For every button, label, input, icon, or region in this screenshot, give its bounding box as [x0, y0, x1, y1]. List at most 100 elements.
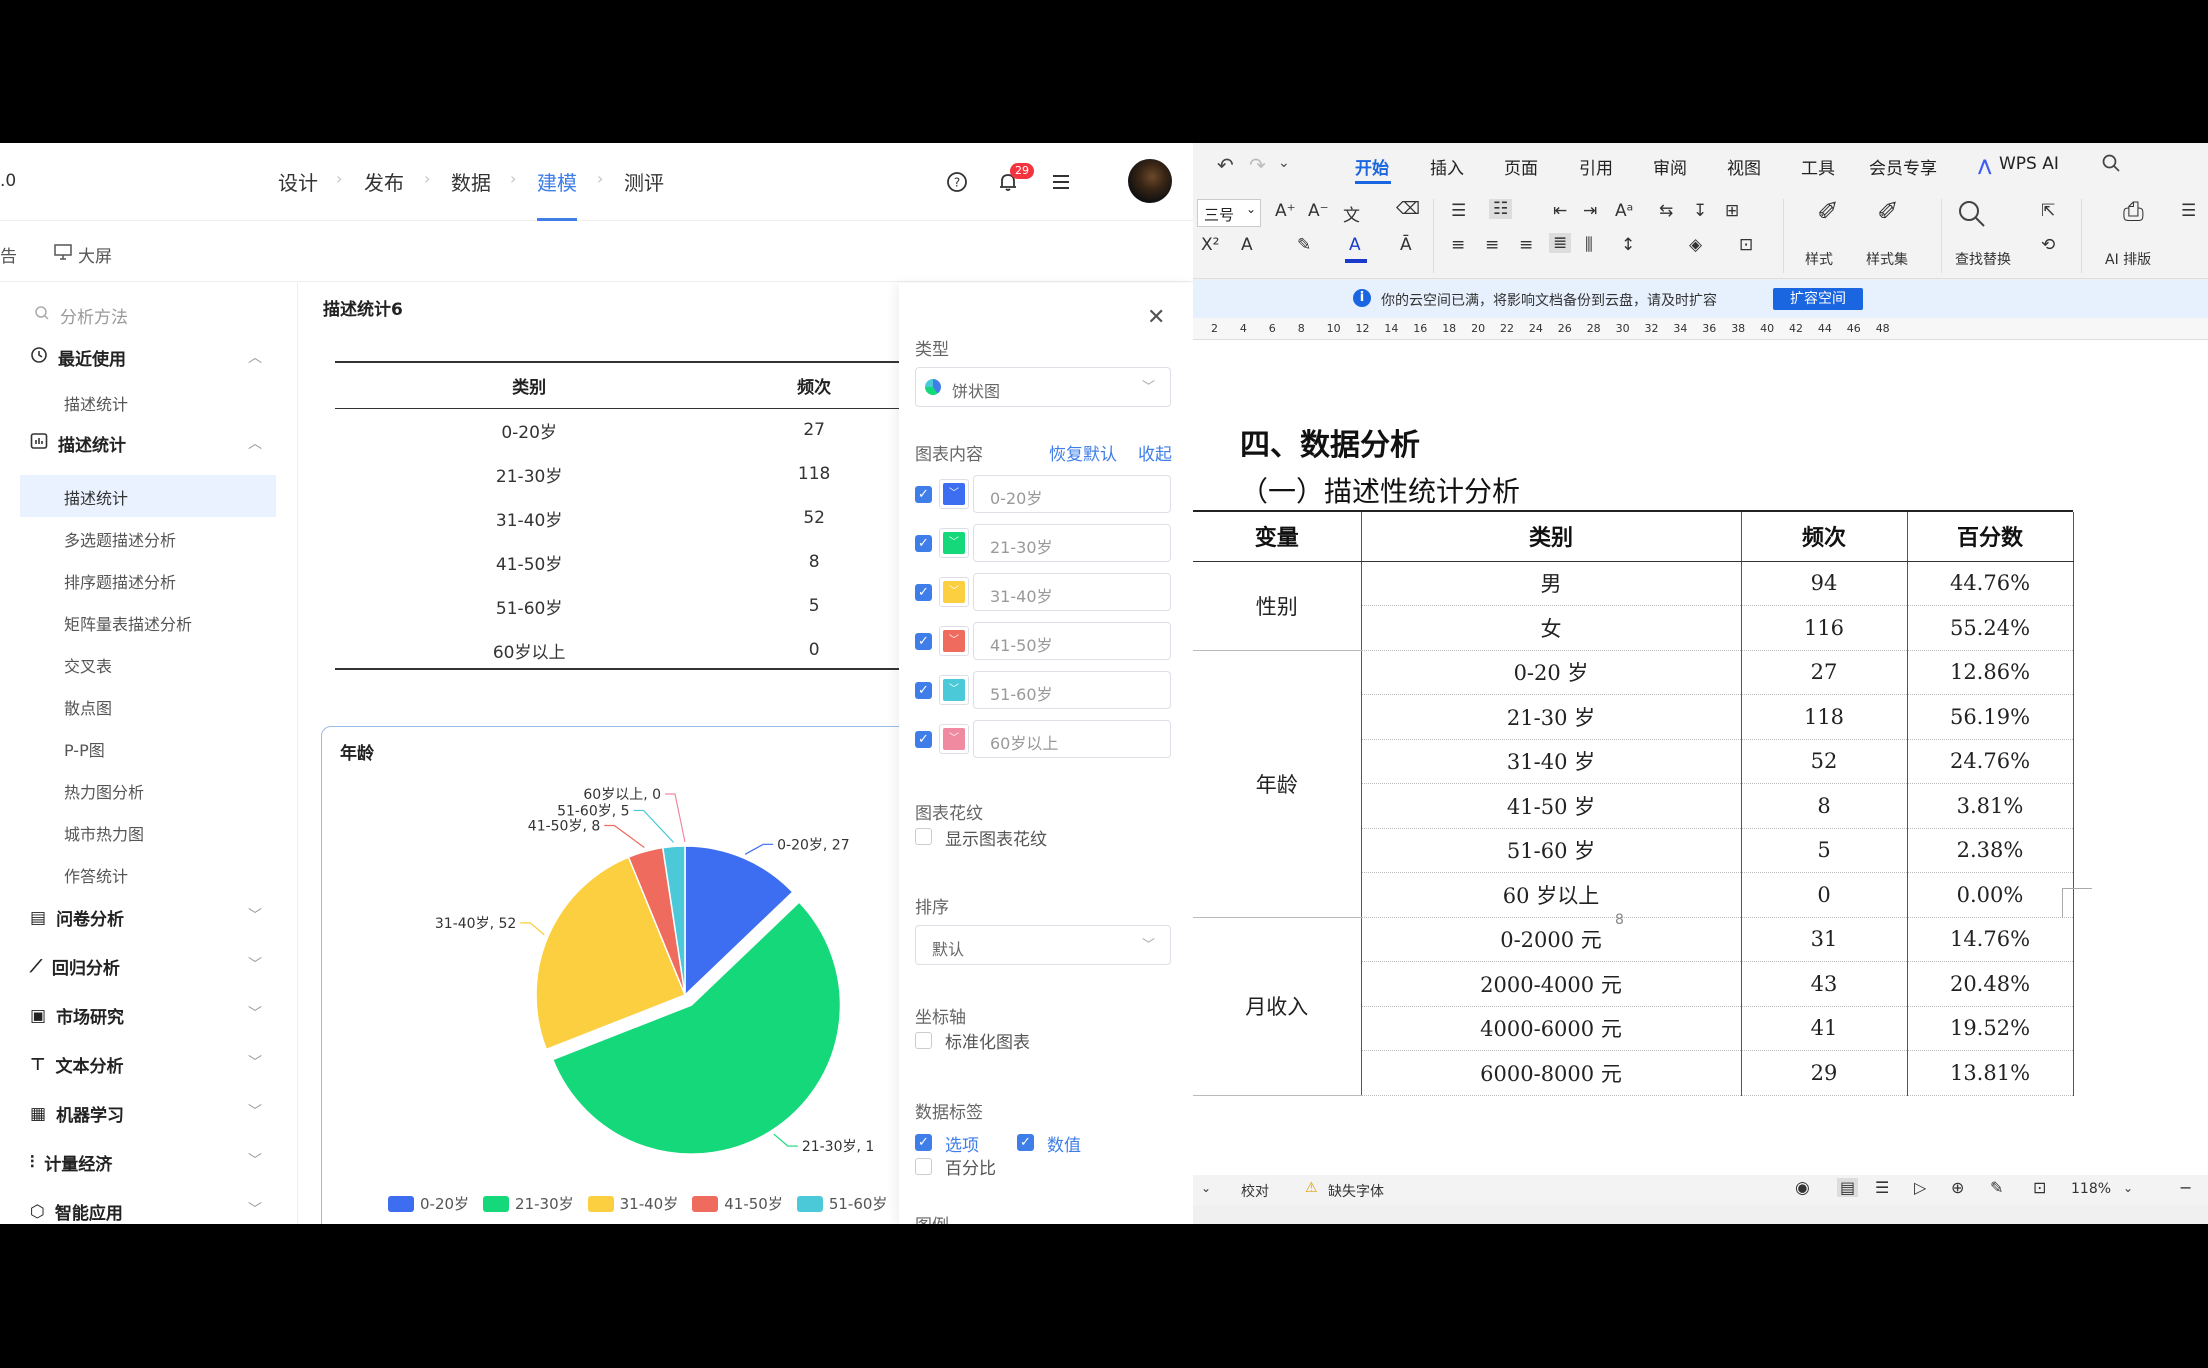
chevron-down-icon[interactable]: ﹀: [248, 1101, 262, 1121]
tab-member[interactable]: 会员专享: [1869, 154, 1937, 179]
series-name-input[interactable]: 60岁以上: [973, 720, 1171, 758]
font-size-select[interactable]: 三号 ⌄: [1197, 199, 1261, 227]
styleset-icon[interactable]: ✐: [1877, 197, 1899, 227]
chevron-up-icon[interactable]: ︿: [248, 347, 262, 367]
find-replace-label[interactable]: 查找替换: [1955, 249, 2011, 269]
sidebar-group-desc[interactable]: 描述统计: [30, 431, 126, 456]
legend-item[interactable]: 31-40岁: [587, 1193, 678, 1214]
tab-tools[interactable]: 工具: [1801, 154, 1835, 179]
series-checkbox[interactable]: ✓: [915, 731, 932, 748]
tab-view[interactable]: 视图: [1727, 154, 1761, 179]
char-case-icon[interactable]: Aᵃ: [1615, 201, 1633, 221]
show-marks-icon[interactable]: ⊞: [1725, 201, 1739, 221]
chevron-down-icon[interactable]: ﹀: [248, 1199, 262, 1219]
sidebar-item-recent-desc[interactable]: 描述统计: [64, 391, 128, 415]
ai-layout-icon[interactable]: ⎙: [2123, 197, 2144, 228]
phonetic-icon[interactable]: 文: [1343, 201, 1360, 226]
chevron-down-icon[interactable]: ﹀: [248, 954, 262, 974]
axis-checkbox[interactable]: [915, 1032, 932, 1049]
page-view-icon[interactable]: ▤: [1837, 1178, 1859, 1197]
option-checkbox[interactable]: ✓: [915, 1134, 932, 1151]
char-shading-icon[interactable]: Ā: [1400, 235, 1412, 255]
shrink-font-icon[interactable]: A⁻: [1308, 201, 1329, 221]
chevron-down-icon[interactable]: ﹀: [248, 1150, 262, 1170]
series-checkbox[interactable]: ✓: [915, 535, 932, 552]
subnav-fragment[interactable]: 告: [0, 242, 17, 267]
collapse-link[interactable]: 收起: [1138, 440, 1172, 465]
rotate-icon[interactable]: ⟲: [2041, 235, 2055, 255]
align-right-icon[interactable]: ≡: [1519, 235, 1533, 255]
align-center-icon[interactable]: ≡: [1485, 235, 1499, 255]
redo-icon[interactable]: ↷: [1249, 153, 1266, 177]
tab-insert[interactable]: 插入: [1430, 154, 1464, 179]
bullets-icon[interactable]: ☰: [1451, 201, 1466, 221]
grow-font-icon[interactable]: A⁺: [1275, 201, 1296, 221]
chevron-down-icon[interactable]: ⌄: [1278, 155, 1290, 171]
sidebar-item-scatter[interactable]: 散点图: [64, 695, 112, 719]
text-effect-icon[interactable]: A: [1241, 235, 1253, 255]
chevron-down-icon[interactable]: ⌄: [2123, 1181, 2133, 1195]
series-checkbox[interactable]: ✓: [915, 486, 932, 503]
legend-item[interactable]: 51-60岁: [796, 1193, 887, 1214]
sidebar-item-crosstab[interactable]: 交叉表: [64, 653, 112, 677]
nav-step-evaluate[interactable]: 测评: [624, 167, 664, 196]
web-view-icon[interactable]: ⊕: [1951, 1178, 1964, 1197]
user-avatar[interactable]: [1128, 159, 1172, 203]
tab-wps-ai[interactable]: WPS AI: [1999, 154, 2059, 174]
series-color-picker[interactable]: ﹀: [939, 675, 969, 705]
menu-icon[interactable]: [1046, 167, 1076, 197]
series-checkbox[interactable]: ✓: [915, 633, 932, 650]
sidebar-group-market[interactable]: ▣ 市场研究: [30, 1003, 124, 1029]
sidebar-item-heatmap[interactable]: 热力图分析: [64, 779, 144, 803]
series-name-input[interactable]: 51-60岁: [973, 671, 1171, 709]
nav-step-design[interactable]: 设计: [278, 167, 318, 196]
tab-references[interactable]: 引用: [1579, 154, 1613, 179]
sidebar-item-city-heatmap[interactable]: 城市热力图: [64, 821, 144, 845]
horizontal-ruler[interactable]: 2 4 6 8 10 12 14 16 18 20 22 24 26 28 30 32 34 36 38 40 42 44…: [1193, 318, 2208, 340]
legend-item[interactable]: 0-20岁: [388, 1193, 469, 1214]
sidebar-item-desc[interactable]: 描述统计: [64, 485, 128, 509]
legend-item[interactable]: 21-30岁: [483, 1193, 574, 1214]
decrease-indent-icon[interactable]: ⇤: [1553, 201, 1567, 221]
chart-type-select[interactable]: 饼状图 ﹀: [915, 367, 1171, 407]
sort-icon[interactable]: ↧: [1693, 201, 1707, 221]
font-color-icon[interactable]: A: [1349, 235, 1361, 255]
missing-font-status[interactable]: 缺失字体: [1328, 1181, 1384, 1201]
numbering-icon[interactable]: ☷: [1489, 199, 1513, 219]
find-icon[interactable]: [1957, 199, 1987, 233]
pen-icon[interactable]: ✎: [1990, 1178, 2003, 1197]
series-color-picker[interactable]: ﹀: [939, 577, 969, 607]
shading-icon[interactable]: ◈: [1689, 235, 1702, 255]
sidebar-item-response[interactable]: 作答统计: [64, 863, 128, 887]
zoom-out-icon[interactable]: −: [2179, 1178, 2192, 1197]
series-name-input[interactable]: 21-30岁: [973, 524, 1171, 562]
percent-checkbox[interactable]: [915, 1158, 932, 1175]
close-icon[interactable]: ✕: [1147, 305, 1165, 330]
chevron-down-icon[interactable]: ﹀: [248, 1003, 262, 1023]
border-icon[interactable]: ⊡: [1739, 235, 1753, 255]
increase-indent-icon[interactable]: ⇥: [1583, 201, 1597, 221]
superscript-icon[interactable]: X²: [1201, 235, 1219, 255]
undo-icon[interactable]: ↶: [1217, 153, 1234, 177]
series-name-input[interactable]: 41-50岁: [973, 622, 1171, 660]
bigscreen-tab[interactable]: 大屏: [54, 242, 112, 267]
tab-home[interactable]: 开始: [1355, 154, 1389, 179]
chevron-up-icon[interactable]: ︿: [248, 433, 262, 453]
sidebar-group-ml[interactable]: ▦ 机器学习: [30, 1101, 124, 1127]
search-icon[interactable]: [2101, 153, 2121, 177]
tab-page[interactable]: 页面: [1504, 154, 1538, 179]
sidebar-item-pp[interactable]: P-P图: [64, 737, 105, 761]
proofread-status[interactable]: 校对: [1241, 1181, 1269, 1201]
chevron-down-icon[interactable]: ⌄: [1201, 1181, 1211, 1195]
play-icon[interactable]: ▷: [1914, 1178, 1926, 1197]
style-icon[interactable]: ✐: [1817, 197, 1839, 227]
series-checkbox[interactable]: ✓: [915, 584, 932, 601]
method-search[interactable]: 分析方法: [34, 303, 128, 328]
nav-step-modeling[interactable]: 建模: [537, 167, 577, 196]
series-checkbox[interactable]: ✓: [915, 682, 932, 699]
zoom-level[interactable]: 118%: [2071, 1181, 2111, 1197]
series-color-picker[interactable]: ﹀: [939, 626, 969, 656]
highlight-icon[interactable]: ✎: [1297, 235, 1311, 255]
ai-layout-label[interactable]: AI 排版: [2105, 249, 2151, 269]
justify-icon[interactable]: ≣: [1549, 233, 1572, 253]
